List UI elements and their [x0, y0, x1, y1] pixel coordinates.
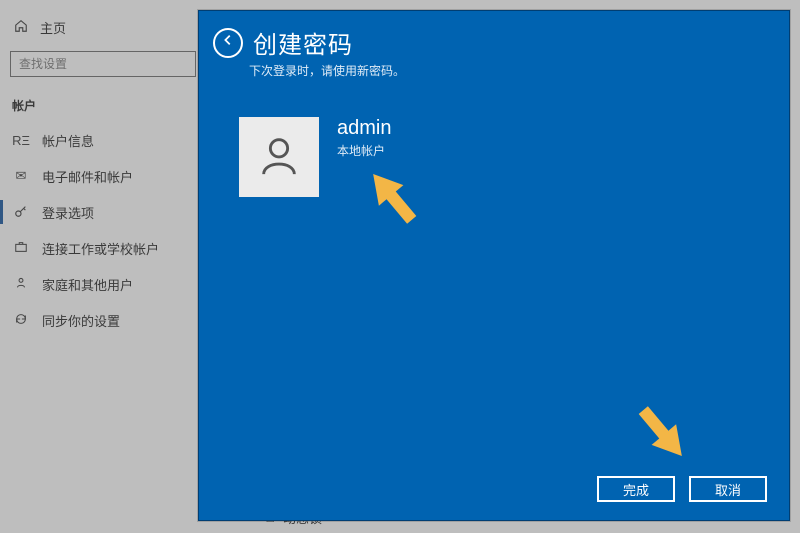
dialog-button-row: 完成 取消 [597, 476, 767, 502]
account-name: admin [337, 117, 391, 140]
account-type: 本地帐户 [337, 142, 391, 159]
user-icon [256, 132, 302, 183]
finish-button-label: 完成 [623, 480, 649, 499]
create-password-dialog: 创建密码 下次登录时，请使用新密码。 admin 本地帐户 完成 取消 [198, 10, 790, 521]
avatar [239, 117, 319, 197]
account-text: admin 本地帐户 [319, 117, 391, 159]
dialog-header: 创建密码 [199, 11, 789, 62]
cancel-button[interactable]: 取消 [689, 476, 767, 502]
account-summary: admin 本地帐户 [199, 79, 789, 197]
back-button[interactable] [213, 28, 243, 58]
dialog-subtitle: 下次登录时，请使用新密码。 [199, 62, 789, 79]
dialog-title: 创建密码 [253, 25, 353, 60]
back-arrow-icon [221, 33, 235, 52]
cancel-button-label: 取消 [715, 480, 741, 499]
finish-button[interactable]: 完成 [597, 476, 675, 502]
